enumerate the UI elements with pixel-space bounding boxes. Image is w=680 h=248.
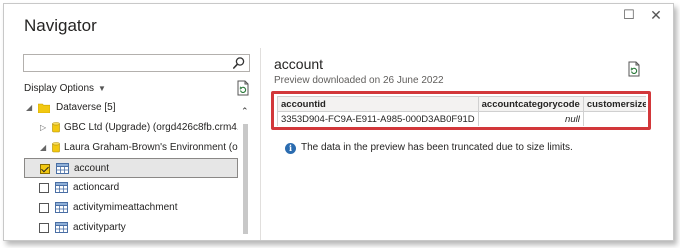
- chevron-down-icon: ▼: [98, 84, 106, 93]
- tree-item-activityparty[interactable]: activityparty: [24, 218, 238, 238]
- info-icon: i: [285, 143, 296, 154]
- folder-icon: [38, 103, 50, 113]
- checkbox[interactable]: [39, 223, 49, 233]
- refresh-preview-icon[interactable]: [627, 61, 641, 77]
- tree-item-label: activityparty: [73, 222, 126, 233]
- preview-date: Preview downloaded on 26 June 2022: [274, 75, 444, 86]
- tree-item-laura[interactable]: ◢ Laura Graham-Brown's Environment (org0.…: [24, 138, 238, 158]
- tree-item-actioncard[interactable]: actioncard: [24, 178, 238, 198]
- tree-item-dataverse[interactable]: ◢ Dataverse [5]: [24, 98, 238, 118]
- collapse-icon[interactable]: ◢: [26, 98, 32, 118]
- checkbox[interactable]: [39, 203, 49, 213]
- tree-item-gbc[interactable]: ▷ GBC Ltd (Upgrade) (orgd426c8fb.crm4.dy.…: [24, 118, 238, 138]
- checkbox[interactable]: [39, 183, 49, 193]
- table-icon: [55, 222, 68, 233]
- refresh-icon[interactable]: [236, 80, 250, 96]
- collapse-icon[interactable]: ◢: [40, 138, 46, 158]
- scroll-up-icon[interactable]: ⌃: [241, 106, 249, 117]
- checkbox[interactable]: [40, 164, 50, 174]
- tree-item-label: activitymimeattachment: [73, 202, 178, 213]
- search-icon[interactable]: [232, 56, 246, 70]
- tree-item-activitymimeattachment[interactable]: activitymimeattachment: [24, 198, 238, 218]
- preview-table-name: account: [274, 56, 324, 72]
- truncation-message: The data in the preview has been truncat…: [301, 142, 573, 153]
- display-options-label: Display Options: [24, 83, 95, 94]
- tree-item-account[interactable]: account: [24, 158, 238, 178]
- navigator-tree: ◢ Dataverse [5] ▷ GBC Ltd (Upgrade) (orgd42…: [24, 98, 238, 240]
- database-icon: [52, 122, 60, 133]
- display-options-menu[interactable]: Display Options ▼: [24, 83, 106, 94]
- table-icon: [55, 202, 68, 213]
- tree-item-label: actioncard: [73, 182, 120, 193]
- navigator-window: Navigator ☐ ✕ Display Options ▼ ◢ Datavers…: [3, 3, 674, 241]
- search-box[interactable]: [23, 54, 250, 73]
- tree-item-label: account: [74, 163, 110, 174]
- database-icon: [52, 142, 60, 153]
- window-title: Navigator: [24, 16, 97, 35]
- tree-item-label: GBC Ltd (Upgrade) (orgd426c8fb.crm4.dy..…: [64, 122, 238, 133]
- scrollbar-thumb[interactable]: [243, 124, 248, 234]
- tree-item-label: Laura Graham-Brown's Environment (org0..…: [64, 142, 238, 153]
- tree-item-label: Dataverse [5]: [56, 102, 116, 113]
- close-icon[interactable]: ✕: [645, 6, 667, 24]
- expand-icon[interactable]: ▷: [40, 118, 46, 138]
- search-input[interactable]: [24, 57, 229, 73]
- truncation-notice: i The data in the preview has been trunca…: [285, 142, 573, 154]
- table-icon: [55, 182, 68, 193]
- pane-divider: [260, 48, 261, 240]
- highlight-box: [271, 91, 651, 130]
- tree-scrollbar[interactable]: ⌃: [241, 98, 250, 240]
- table-icon: [56, 163, 69, 174]
- maximize-icon[interactable]: ☐: [618, 6, 640, 24]
